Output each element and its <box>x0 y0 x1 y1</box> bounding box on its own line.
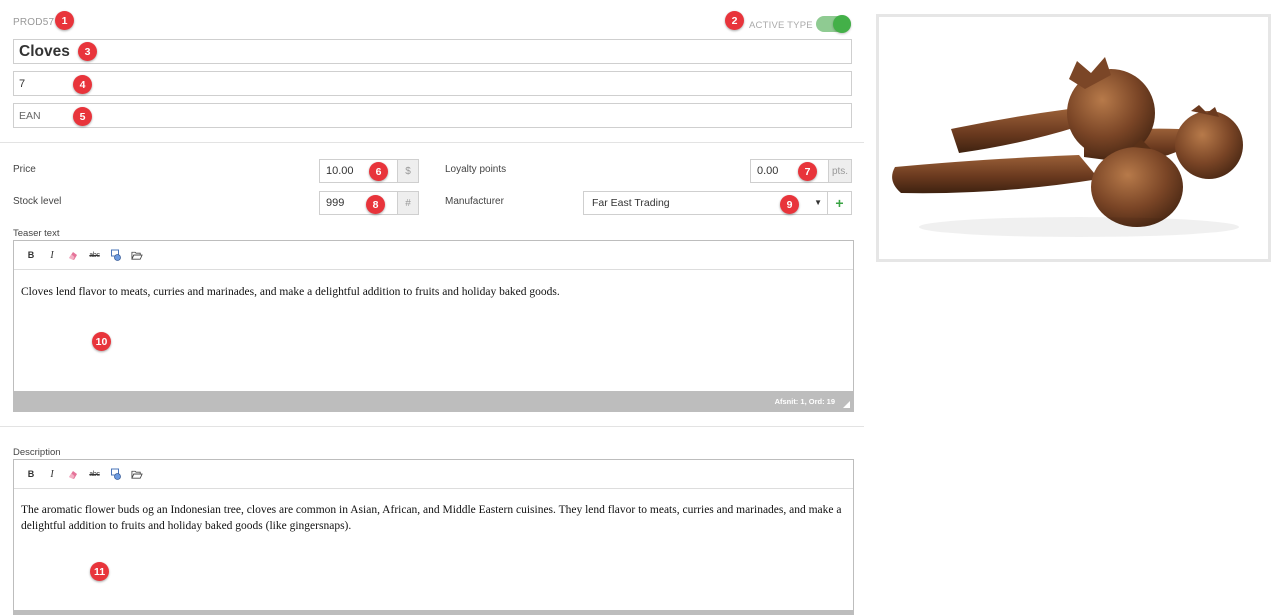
italic-button[interactable]: I <box>46 248 58 262</box>
callout-badge: 6 <box>369 162 388 181</box>
description-content[interactable]: The aromatic flower buds og an Indonesia… <box>14 489 853 549</box>
price-unit: $ <box>397 159 419 183</box>
teaser-toolbar: B I abc <box>14 241 853 270</box>
spellcheck-button[interactable]: abc <box>88 248 101 262</box>
product-image[interactable] <box>876 14 1271 262</box>
insert-image-icon[interactable] <box>110 467 122 481</box>
eraser-icon[interactable] <box>67 248 79 262</box>
italic-button[interactable]: I <box>46 467 58 481</box>
callout-badge: 3 <box>78 42 97 61</box>
ean-input[interactable]: EAN <box>13 103 852 128</box>
folder-open-icon[interactable] <box>131 467 143 481</box>
stock-level-unit: # <box>397 191 419 215</box>
product-name-input[interactable]: Cloves <box>13 39 852 64</box>
word-count: Afsnit: 1, Ord: 19 <box>774 396 835 406</box>
toggle-knob <box>833 15 851 33</box>
callout-badge: 10 <box>92 332 111 351</box>
teaser-content[interactable]: Cloves lend flavor to meats, curries and… <box>14 270 853 314</box>
loyalty-points-unit: pts. <box>828 159 852 183</box>
resize-handle-icon[interactable] <box>843 401 850 408</box>
description-statusbar <box>14 610 853 615</box>
bold-button[interactable]: B <box>25 248 37 262</box>
eraser-icon[interactable] <box>67 467 79 481</box>
add-manufacturer-button[interactable]: + <box>828 191 852 215</box>
product-code: PROD57 <box>13 17 55 28</box>
stock-level-label: Stock level <box>13 196 62 207</box>
manufacturer-value: Far East Trading <box>592 197 670 209</box>
insert-image-icon[interactable] <box>110 248 122 262</box>
callout-badge: 2 <box>725 11 744 30</box>
divider <box>0 142 864 143</box>
callout-badge: 4 <box>73 75 92 94</box>
callout-badge: 9 <box>780 195 799 214</box>
description-editor: B I abc The aromatic flower buds og an I… <box>13 459 854 615</box>
stock-level-input[interactable]: 999 <box>319 191 397 215</box>
callout-badge: 5 <box>73 107 92 126</box>
teaser-editor: B I abc Cloves lend flavor to meats, cur… <box>13 240 854 412</box>
active-type-label: ACTIVE TYPE <box>749 20 813 31</box>
loyalty-points-label: Loyalty points <box>445 164 507 175</box>
dropdown-arrow-icon: ▼ <box>814 198 822 207</box>
price-label: Price <box>13 164 36 175</box>
teaser-statusbar: Afsnit: 1, Ord: 19 <box>14 391 853 411</box>
product-number-input[interactable]: 7 <box>13 71 852 96</box>
active-type-toggle[interactable] <box>816 15 851 33</box>
bold-button[interactable]: B <box>25 467 37 481</box>
spellcheck-button[interactable]: abc <box>88 467 101 481</box>
callout-badge: 8 <box>366 195 385 214</box>
description-label: Description <box>13 447 61 458</box>
folder-open-icon[interactable] <box>131 248 143 262</box>
description-toolbar: B I abc <box>14 460 853 489</box>
callout-badge: 11 <box>90 562 109 581</box>
divider <box>0 426 864 427</box>
manufacturer-label: Manufacturer <box>445 196 504 207</box>
callout-badge: 7 <box>798 162 817 181</box>
teaser-text-label: Teaser text <box>13 228 60 239</box>
cloves-image <box>892 57 1243 237</box>
callout-badge: 1 <box>55 11 74 30</box>
